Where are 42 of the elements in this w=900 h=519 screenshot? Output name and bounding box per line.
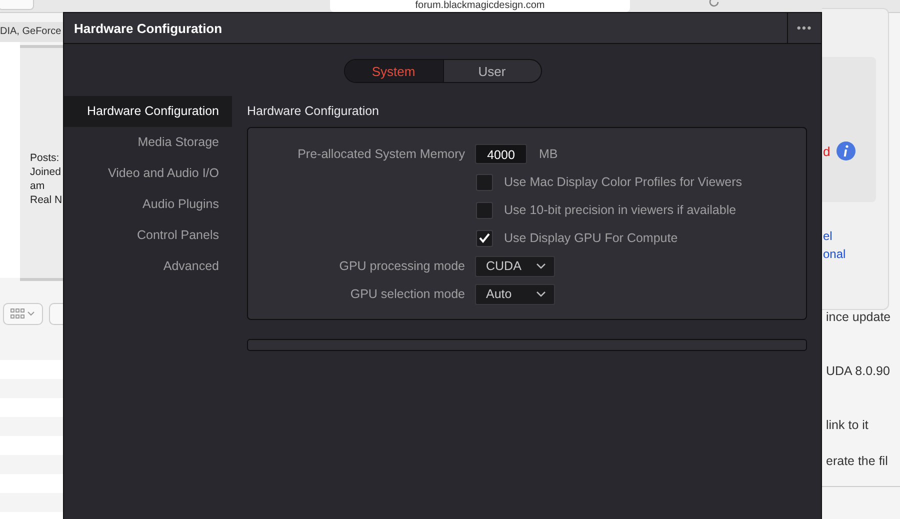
address-bar[interactable]: forum.blackmagicdesign.com xyxy=(330,0,630,12)
sidebar-item[interactable]: Media Storage xyxy=(64,127,232,158)
dropdown[interactable]: CUDA xyxy=(475,256,555,276)
memory-input[interactable]: 4000 xyxy=(475,144,527,164)
post-text: erate the fil xyxy=(826,454,888,468)
tab[interactable]: System xyxy=(344,60,442,82)
sidebar-item[interactable]: Audio Plugins xyxy=(64,189,232,220)
checkbox-label: Use Display GPU For Compute xyxy=(504,231,678,245)
checkbox-label: Use Mac Display Color Profiles for Viewers xyxy=(504,175,742,189)
chevron-icon xyxy=(536,263,546,269)
checkbox-label: Use 10-bit precision in viewers if available xyxy=(504,203,736,217)
chevron-icon xyxy=(536,291,546,297)
field-label: GPU selection mode xyxy=(349,287,465,301)
tab[interactable]: User xyxy=(442,60,540,82)
post-text: ince update xyxy=(826,310,891,324)
post-text: link to it xyxy=(826,418,868,432)
unit-label: MB xyxy=(539,147,558,161)
profile-text: am xyxy=(30,180,46,192)
status-text: d xyxy=(823,144,830,159)
sidebar-item[interactable]: Hardware Configuration xyxy=(64,96,232,127)
profile-text: Posts: xyxy=(30,152,60,164)
sidebar-item[interactable]: Advanced xyxy=(64,251,232,282)
link[interactable]: onal xyxy=(823,247,846,261)
field-label: GPU processing mode xyxy=(338,259,465,273)
section-title: Hardware Configuration xyxy=(247,103,380,120)
checkbox[interactable] xyxy=(476,174,493,190)
field-label: Pre-allocated System Memory xyxy=(296,147,465,161)
profile-text: Joined xyxy=(30,166,62,178)
checkbox[interactable] xyxy=(476,230,493,246)
post-text: UDA 8.0.90 xyxy=(826,364,890,378)
link[interactable]: el xyxy=(823,229,832,243)
sidebar-item[interactable]: Control Panels xyxy=(64,220,232,251)
view-button[interactable] xyxy=(3,303,43,325)
info-icon[interactable] xyxy=(836,141,856,161)
grid-icon xyxy=(10,308,36,320)
dropdown[interactable]: Auto xyxy=(475,284,555,304)
window-title: Hardware Configuration xyxy=(73,20,224,36)
checkbox[interactable] xyxy=(476,202,493,218)
profile-text: Real N xyxy=(30,194,63,206)
sidebar-item[interactable]: Video and Audio I/O xyxy=(64,158,232,189)
browser-tab[interactable]: DIA, GeForce xyxy=(0,22,63,42)
settings-button[interactable] xyxy=(49,303,64,325)
